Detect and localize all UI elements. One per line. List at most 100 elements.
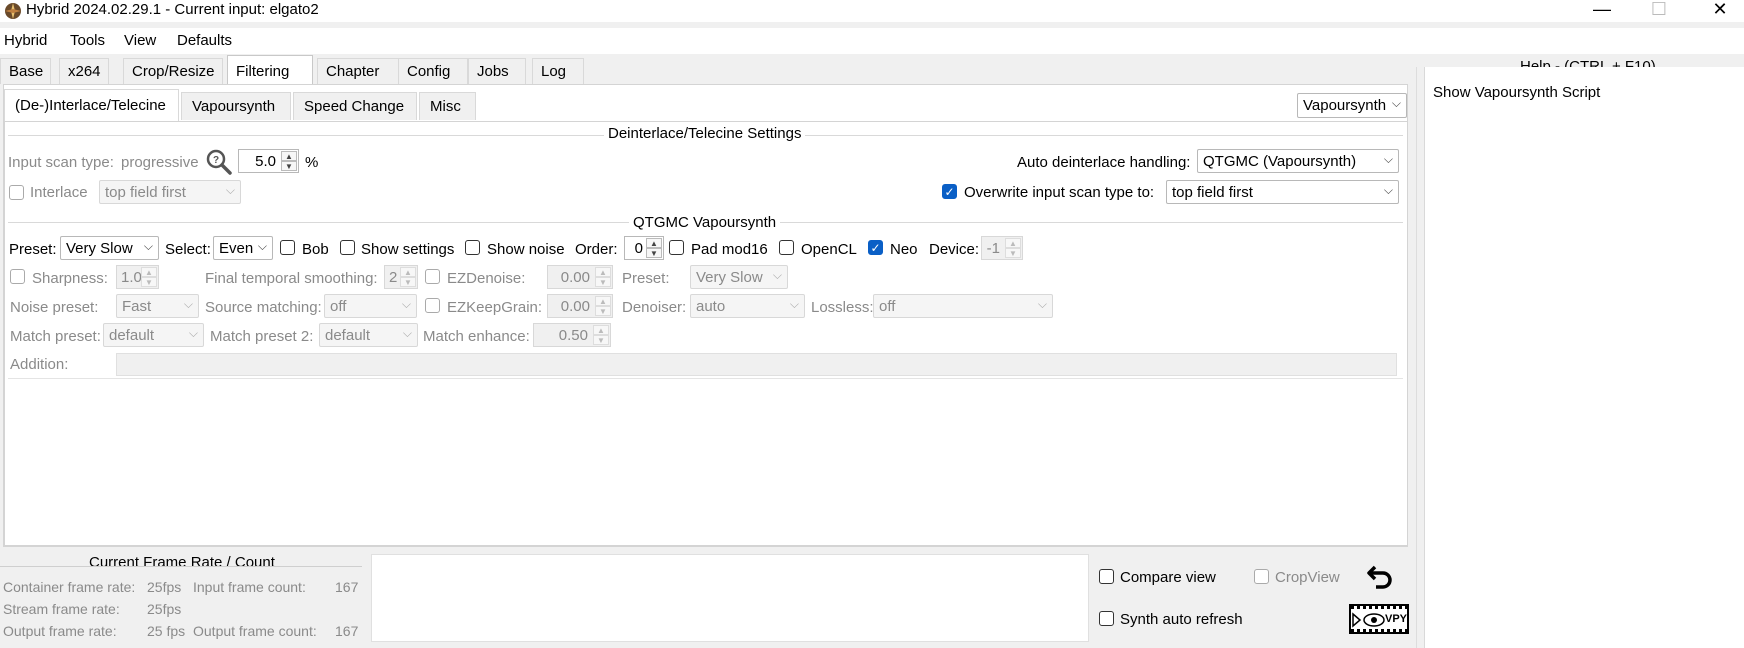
auto-deinterlace-label: Auto deinterlace handling: [1017,154,1191,171]
menu-hybrid[interactable]: Hybrid [4,32,47,49]
menu-view[interactable]: View [124,32,156,49]
cropview-checkbox[interactable] [1254,569,1269,584]
match-enhance-spinner[interactable]: 0.50 ▲ ▼ [533,323,611,347]
window-title: Hybrid 2024.02.29.1 - Current input: elg… [26,1,319,18]
subtab-speed-change[interactable]: Speed Change [293,92,417,120]
sharpness-checkbox[interactable] [10,269,25,284]
match-preset2-value: default [325,327,371,344]
menu-tools[interactable]: Tools [70,32,105,49]
spin-down-icon[interactable]: ▼ [646,248,662,258]
interlace-field-select[interactable]: top field first ⌵ [99,180,241,204]
splitter-handle[interactable] [1416,67,1424,648]
spin-down-icon[interactable]: ▼ [593,335,609,345]
show-noise-checkbox[interactable] [465,240,480,255]
compare-view-checkbox[interactable] [1099,569,1114,584]
container-rate-value: 25fps [147,579,182,595]
minimize-button[interactable]: — [1579,0,1625,22]
tab-config[interactable]: Config [398,58,468,84]
spin-up-icon[interactable]: ▲ [595,267,611,277]
spin-up-icon[interactable]: ▲ [646,238,662,248]
auto-deinterlace-select[interactable]: QTGMC (Vapoursynth) ⌵ [1197,149,1399,173]
overwrite-checkbox[interactable]: ✓ [942,184,957,199]
sharpness-value: 1.0 [121,269,142,286]
ezdenoise-spinner[interactable]: 0.00 ▲ ▼ [547,265,613,289]
preset2-label: Preset: [622,270,670,287]
tab-filtering[interactable]: Filtering [227,55,313,85]
device-spinner[interactable]: -1 ▲ ▼ [981,236,1023,260]
match-preset2-select[interactable]: default ⌵ [319,323,418,347]
interlace-label: Interlace [30,184,88,201]
sharpness-spinner[interactable]: 1.0 ▲ ▼ [116,265,159,289]
output-count-value: 167 [335,623,359,639]
tab-x264[interactable]: x264 [59,58,109,84]
subtab-misc[interactable]: Misc [419,92,476,120]
spin-down-icon[interactable]: ▼ [595,306,611,316]
close-button[interactable]: ✕ [1697,0,1743,22]
threshold-spinner[interactable]: 5.0 ▲ ▼ [238,149,299,173]
tab-jobs[interactable]: Jobs [468,58,526,84]
tab-crop-resize[interactable]: Crop/Resize [123,58,223,84]
lossless-select[interactable]: off ⌵ [873,294,1053,318]
bob-checkbox[interactable] [280,240,295,255]
menu-defaults[interactable]: Defaults [177,32,232,49]
spin-up-icon[interactable]: ▲ [593,325,609,335]
match-enhance-value: 0.50 [558,327,588,344]
output-text-area[interactable] [371,554,1089,642]
spin-down-icon[interactable]: ▼ [595,277,611,287]
chevron-down-icon: ⌵ [143,239,153,253]
match-preset-select[interactable]: default ⌵ [103,323,204,347]
spin-up-icon[interactable]: ▲ [595,296,611,306]
spin-down-icon[interactable]: ▼ [141,277,157,287]
preset-select[interactable]: Very Slow ⌵ [60,236,159,260]
section-divider [0,566,362,567]
final-smoothing-spinner[interactable]: 2 ▲ ▼ [384,265,418,289]
order-spinner[interactable]: 0 ▲ ▼ [624,236,664,260]
vpy-preview-button[interactable]: VPY [1349,604,1409,634]
chevron-down-icon: ⌵ [401,297,411,311]
output-count-label: Output frame count: [193,623,317,639]
interlace-checkbox[interactable] [9,185,24,200]
final-smoothing-label: Final temporal smoothing: [205,270,378,287]
overwrite-value: top field first [1172,184,1253,201]
noise-preset-select[interactable]: Fast ⌵ [116,294,199,318]
subtab-vapoursynth[interactable]: Vapoursynth [181,92,291,120]
stream-rate-label: Stream frame rate: [3,601,120,617]
ezdenoise-label: EZDenoise: [447,270,526,287]
source-matching-select[interactable]: off ⌵ [324,294,417,318]
subtab-deinterlace[interactable]: (De-)Interlace/Telecine [4,89,179,121]
synth-auto-refresh-checkbox[interactable] [1099,611,1114,626]
vpy-label: VPY [1385,613,1408,625]
spin-down-icon[interactable]: ▼ [281,161,297,171]
ezkeepgrain-value: 0.00 [560,298,590,315]
tab-log[interactable]: Log [532,58,584,84]
show-settings-checkbox[interactable] [340,240,355,255]
spin-up-icon[interactable]: ▲ [1005,238,1021,248]
tab-base[interactable]: Base [0,58,51,84]
tab-chapter[interactable]: Chapter [317,58,400,84]
ezkeepgrain-label: EZKeepGrain: [447,299,543,316]
select-field-select[interactable]: Even ⌵ [213,236,273,260]
ezdenoise-checkbox[interactable] [425,269,440,284]
source-matching-label: Source matching: [205,299,322,316]
undo-icon[interactable] [1366,562,1394,590]
maximize-button[interactable]: ☐ [1636,0,1682,22]
preset2-select[interactable]: Very Slow ⌵ [690,265,788,289]
denoiser-select[interactable]: auto ⌵ [690,294,805,318]
ezkeepgrain-spinner[interactable]: 0.00 ▲ ▼ [547,294,613,318]
pad-mod16-checkbox[interactable] [669,240,684,255]
ezkeepgrain-checkbox[interactable] [425,298,440,313]
neo-checkbox[interactable]: ✓ [868,240,883,255]
spin-up-icon[interactable]: ▲ [141,267,157,277]
search-icon[interactable]: ? [206,149,232,175]
opencl-checkbox[interactable] [779,240,794,255]
addition-input[interactable] [116,353,1397,376]
engine-select[interactable]: Vapoursynth ⌵ [1297,93,1407,118]
spin-up-icon[interactable]: ▲ [281,151,297,161]
spin-down-icon[interactable]: ▼ [1005,248,1021,258]
match-enhance-label: Match enhance: [423,328,530,345]
overwrite-select[interactable]: top field first ⌵ [1166,180,1399,204]
spin-down-icon[interactable]: ▼ [400,277,416,287]
help-text: Show Vapoursynth Script [1433,84,1601,101]
input-count-value: 167 [335,579,359,595]
spin-up-icon[interactable]: ▲ [400,267,416,277]
